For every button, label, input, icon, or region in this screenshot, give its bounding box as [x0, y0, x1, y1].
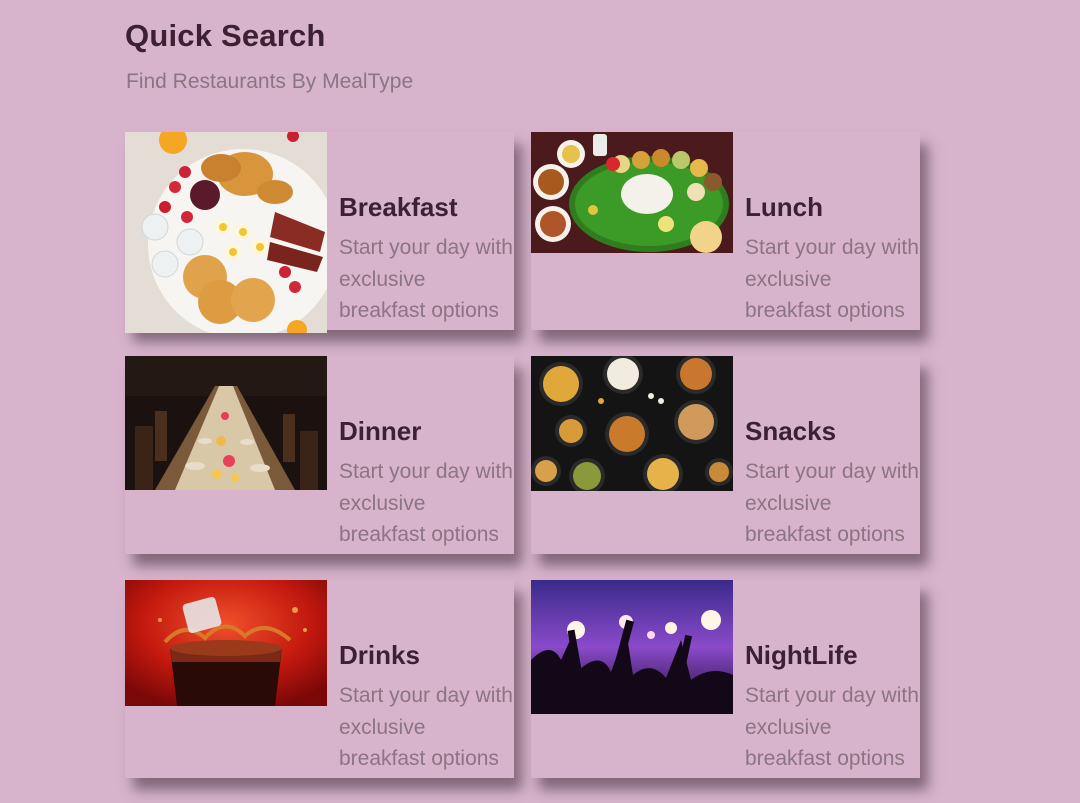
- meal-card-description: Start your day with exclusive breakfast …: [745, 460, 919, 546]
- meal-card-breakfast[interactable]: Breakfast Start your day with exclusive …: [125, 132, 514, 333]
- meal-card-title: Snacks: [745, 416, 837, 446]
- cola-glass-image: [125, 580, 327, 706]
- page-subtitle: Find Restaurants By MealType: [126, 70, 414, 93]
- meal-card-description: Start your day with exclusive breakfast …: [339, 460, 513, 546]
- meal-card-snacks[interactable]: Snacks Start your day with exclusive bre…: [531, 356, 920, 554]
- meal-card-description: Start your day with exclusive breakfast …: [339, 236, 513, 322]
- meal-card-title: Lunch: [745, 192, 823, 222]
- meal-card-dinner[interactable]: Dinner Start your day with exclusive bre…: [125, 356, 514, 554]
- meal-card-title: Dinner: [339, 416, 422, 446]
- dinner-table-image: [125, 356, 327, 490]
- lunch-thali-image: [531, 132, 733, 253]
- meal-card-lunch[interactable]: Lunch Start your day with exclusive brea…: [531, 132, 920, 330]
- meal-card-description: Start your day with exclusive breakfast …: [745, 684, 919, 770]
- meal-card-description: Start your day with exclusive breakfast …: [339, 684, 513, 770]
- snack-bowls-image: [531, 356, 733, 491]
- meal-card-nightlife[interactable]: NightLife Start your day with exclusive …: [531, 580, 920, 778]
- meal-card-title: NightLife: [745, 640, 858, 670]
- concert-crowd-image: [531, 580, 733, 714]
- meal-card-drinks[interactable]: Drinks Start your day with exclusive bre…: [125, 580, 514, 778]
- breakfast-platter-image: [125, 132, 327, 333]
- meal-card-title: Breakfast: [339, 192, 458, 222]
- meal-card-title: Drinks: [339, 640, 420, 670]
- page-title: Quick Search: [125, 18, 326, 53]
- meal-card-description: Start your day with exclusive breakfast …: [745, 236, 919, 322]
